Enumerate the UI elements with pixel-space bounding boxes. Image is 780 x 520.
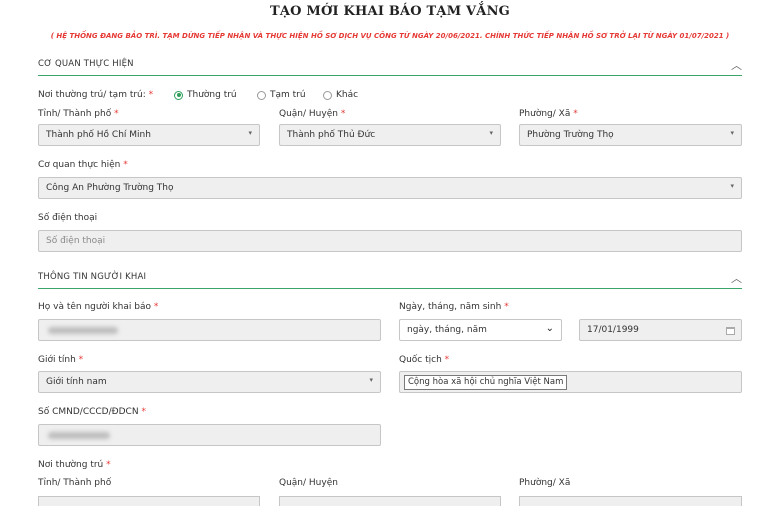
chevron-up-icon[interactable]: ︿ <box>731 57 742 73</box>
residence-type-label: Nơi thường trú/ tạm trú: * <box>38 90 154 100</box>
district-select[interactable]: Thành phố Thủ Đức ▾ <box>279 124 501 146</box>
section-header-declarant[interactable]: THÔNG TIN NGƯỜI KHAI ︿ <box>38 271 742 289</box>
ward-select[interactable]: Phường Trường Thọ ▾ <box>519 124 742 146</box>
radio-unselected-icon <box>257 90 266 100</box>
province-label: Tỉnh/ Thành phố * <box>38 109 119 119</box>
chevron-up-icon[interactable]: ︿ <box>731 270 742 286</box>
radio-selected-icon <box>174 90 183 100</box>
perm-ward-select[interactable] <box>519 496 742 506</box>
perm-district-select[interactable] <box>279 496 501 506</box>
gender-select[interactable]: Giới tính nam ▾ <box>38 371 381 393</box>
radio-khac[interactable]: Khác <box>323 90 358 100</box>
section-title-agency: CƠ QUAN THỰC HIỆN <box>38 59 134 69</box>
page-title: TẠO MỚI KHAI BÁO TẠM VẮNG <box>270 4 510 19</box>
caret-down-icon: ▾ <box>730 129 734 137</box>
redacted-id <box>48 432 110 439</box>
id-number-label: Số CMND/CCCD/ĐDCN * <box>38 407 146 417</box>
section-title-declarant: THÔNG TIN NGƯỜI KHAI <box>38 272 147 282</box>
fullname-label: Họ và tên người khai báo * <box>38 302 159 312</box>
caret-down-icon: ▾ <box>730 182 734 190</box>
permanent-residence-label: Nơi thường trú * <box>38 460 111 470</box>
calendar-icon[interactable] <box>726 327 735 335</box>
caret-down-icon: ▾ <box>489 129 493 137</box>
ward-label: Phường/ Xã * <box>519 109 578 119</box>
caret-down-icon: ▾ <box>369 376 373 384</box>
radio-tam-tru[interactable]: Tạm trú <box>257 90 306 100</box>
radio-unselected-icon <box>323 90 332 100</box>
dob-date-input[interactable]: 17/01/1999 <box>579 319 742 341</box>
dob-label: Ngày, tháng, năm sinh * <box>399 302 509 312</box>
phone-input[interactable]: Số điện thoại <box>38 230 742 252</box>
phone-label: Số điện thoại <box>38 213 98 223</box>
caret-down-icon: ▾ <box>248 129 252 137</box>
maintenance-notice: ( HỆ THỐNG ĐANG BẢO TRÌ. TẠM DỪNG TIẾP N… <box>50 32 730 40</box>
perm-ward-label: Phường/ Xã <box>519 478 571 488</box>
perm-province-select[interactable] <box>38 496 260 506</box>
redacted-name <box>48 327 118 334</box>
nationality-chip[interactable]: Cộng hòa xã hội chủ nghĩa Việt Nam <box>404 375 568 390</box>
radio-thuong-tru[interactable]: Thường trú <box>174 90 237 100</box>
nationality-label: Quốc tịch * <box>399 355 450 365</box>
id-number-input[interactable] <box>38 424 381 446</box>
agency-select[interactable]: Công An Phường Trường Thọ ▾ <box>38 177 742 199</box>
district-label: Quận/ Huyện * <box>279 109 346 119</box>
caret-down-icon: ⌄ <box>545 323 554 334</box>
nationality-select[interactable]: Cộng hòa xã hội chủ nghĩa Việt Nam <box>399 371 742 393</box>
province-select[interactable]: Thành phố Hồ Chí Minh ▾ <box>38 124 260 146</box>
perm-district-label: Quận/ Huyện <box>279 478 338 488</box>
section-header-agency[interactable]: CƠ QUAN THỰC HIỆN ︿ <box>38 58 742 76</box>
gender-label: Giới tính * <box>38 355 84 365</box>
perm-province-label: Tỉnh/ Thành phố <box>38 478 112 488</box>
dob-format-select[interactable]: ngày, tháng, năm ⌄ <box>399 319 562 341</box>
fullname-input[interactable] <box>38 319 381 341</box>
agency-label: Cơ quan thực hiện * <box>38 160 128 170</box>
